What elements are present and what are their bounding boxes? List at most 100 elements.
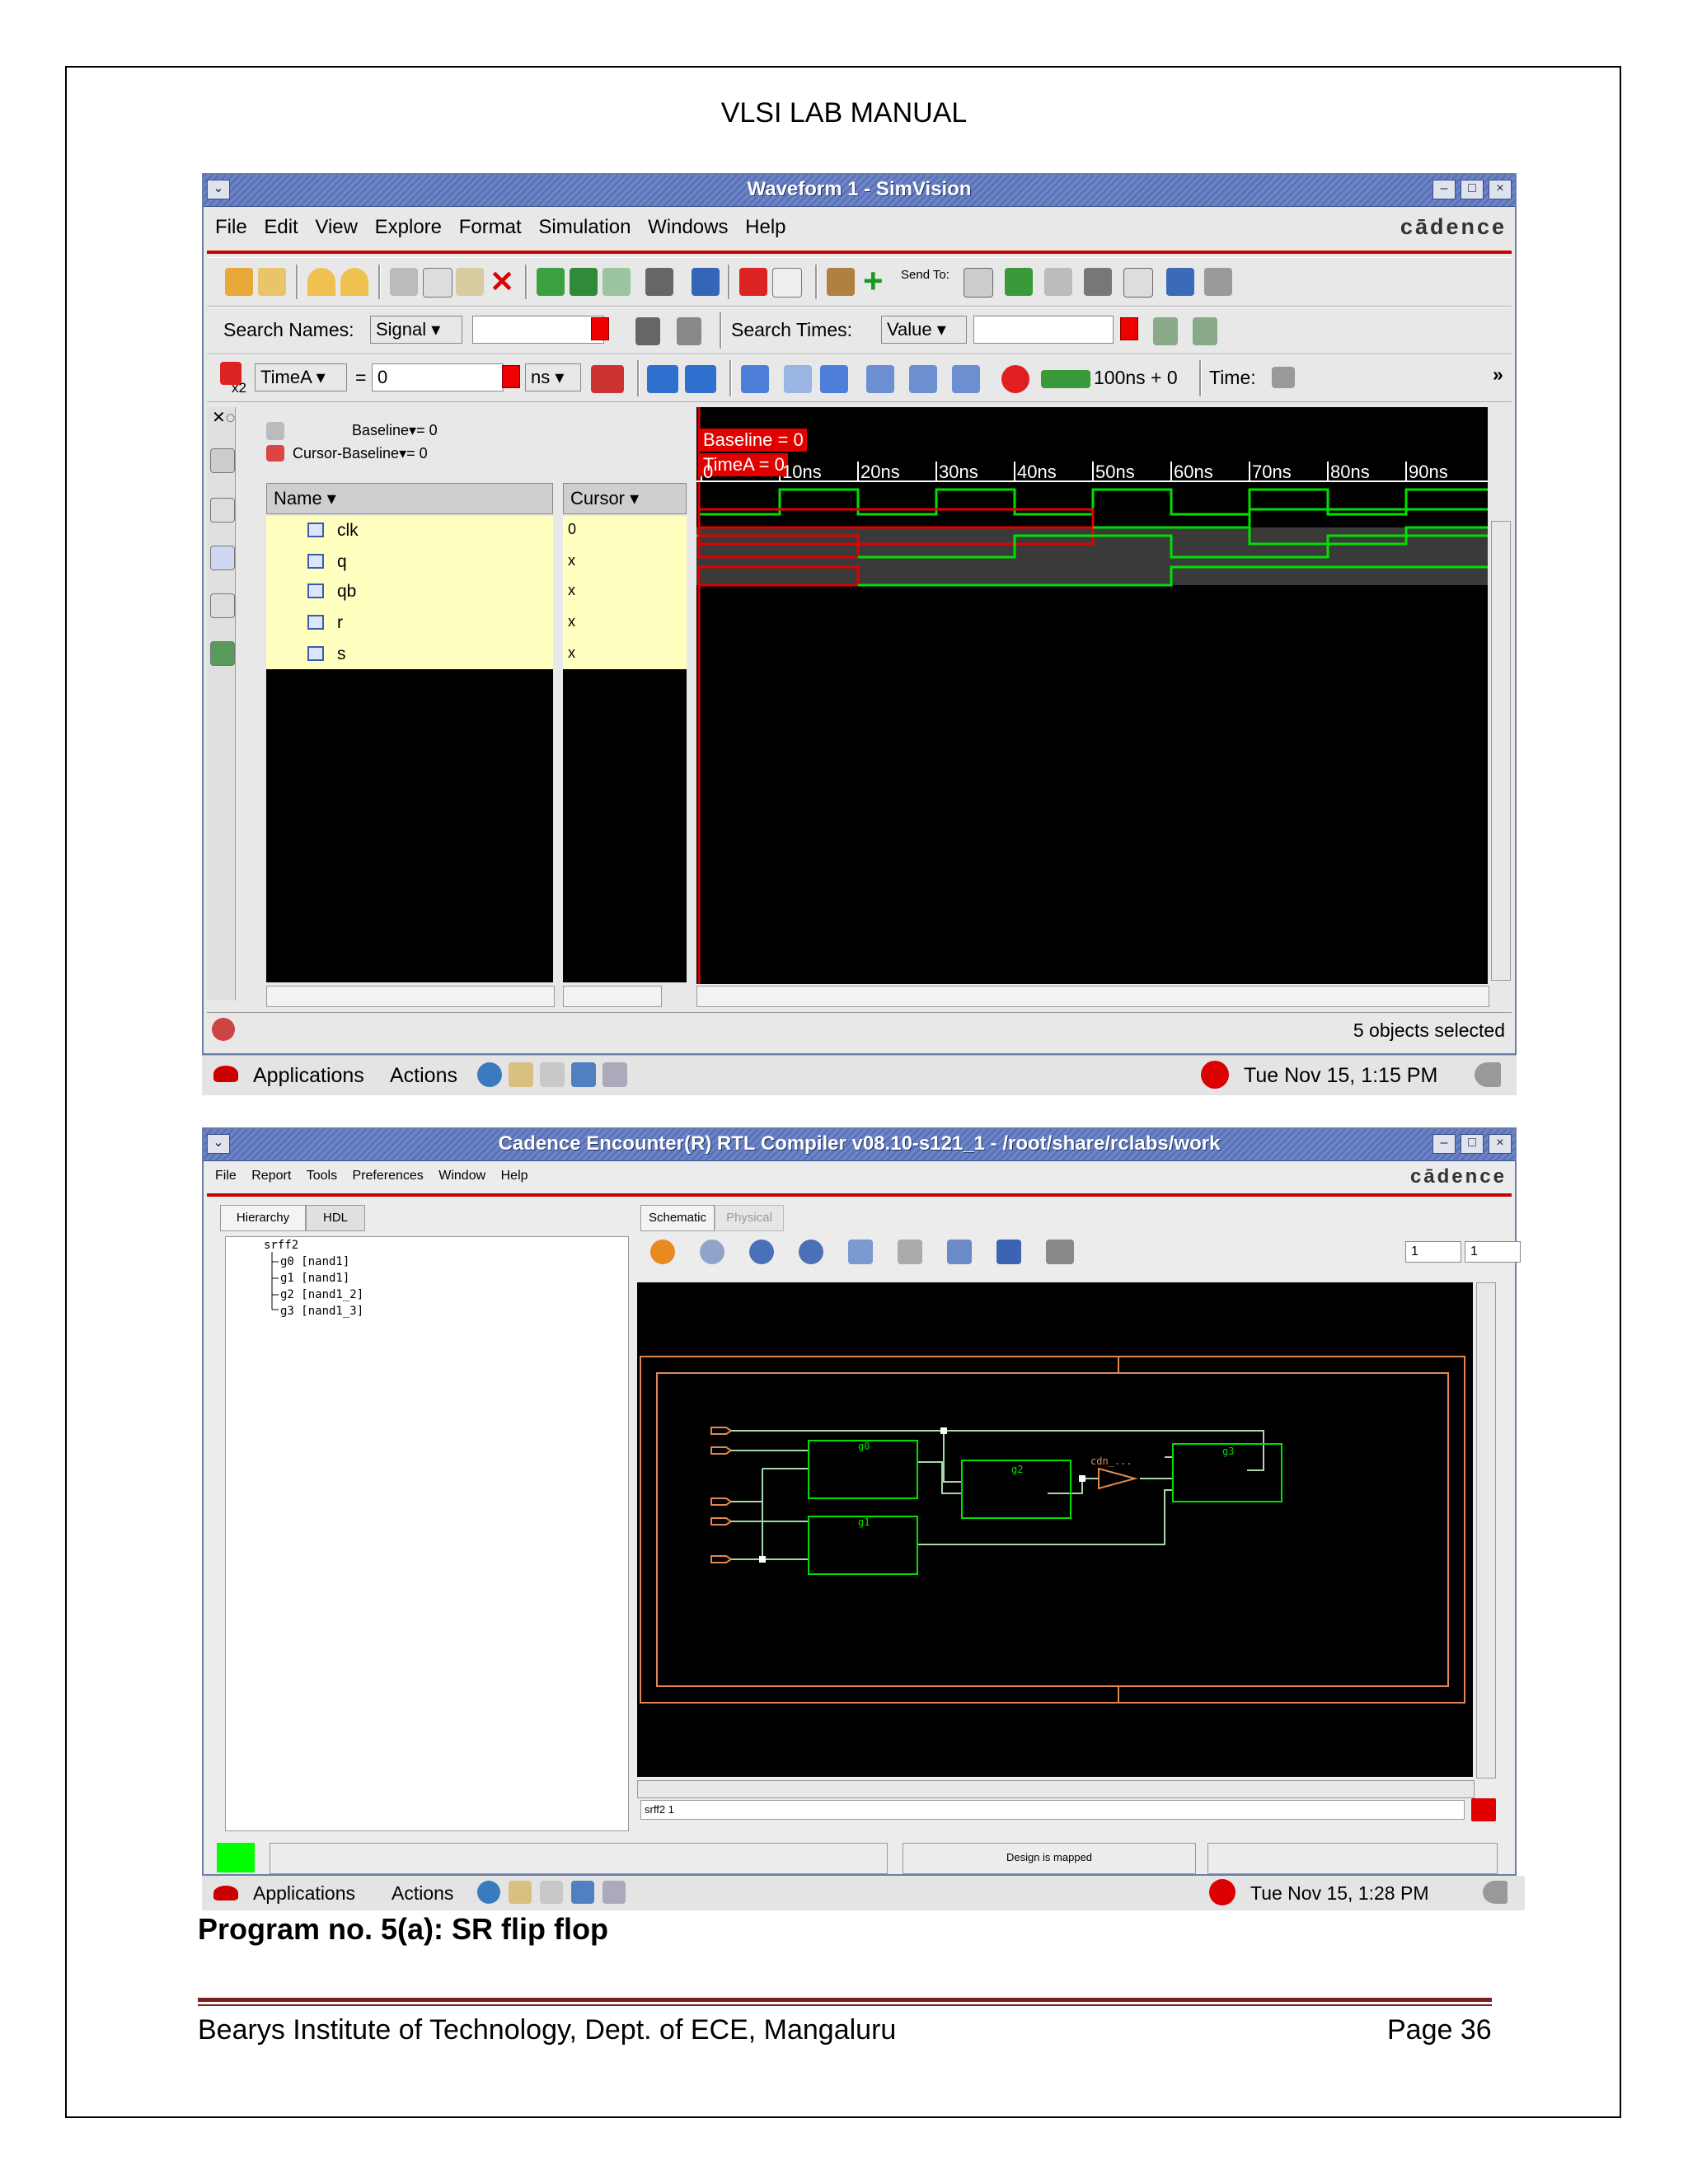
- menu-windows[interactable]: Windows: [648, 216, 728, 239]
- step-out-icon[interactable]: [952, 365, 980, 393]
- pointer-icon[interactable]: [772, 268, 802, 298]
- print-manager-icon[interactable]: [603, 1881, 626, 1904]
- zoom-out-icon[interactable]: [799, 1240, 823, 1264]
- tab-hierarchy[interactable]: Hierarchy: [220, 1205, 306, 1231]
- waveform-canvas[interactable]: Baseline = 0 TimeA = 0 0 10ns 20ns 30ns …: [696, 407, 1488, 984]
- package-icon[interactable]: [827, 268, 855, 296]
- flag-icon[interactable]: [739, 268, 767, 296]
- cut-icon[interactable]: [390, 268, 418, 296]
- menu-simulation[interactable]: Simulation: [538, 216, 631, 239]
- editor-icon[interactable]: [540, 1062, 565, 1087]
- time-unit-select[interactable]: ns ▾: [525, 363, 581, 391]
- email-icon[interactable]: [509, 1881, 532, 1904]
- applications-menu[interactable]: Applications: [253, 1882, 355, 1905]
- marker-icon[interactable]: [692, 268, 720, 296]
- step-over-icon[interactable]: [909, 365, 937, 393]
- redo-icon[interactable]: [340, 268, 368, 296]
- tab-hdl[interactable]: HDL: [306, 1205, 365, 1231]
- stop-icon[interactable]: [1001, 365, 1029, 393]
- select-icon[interactable]: [898, 1240, 922, 1264]
- actions-menu[interactable]: Actions: [390, 1064, 457, 1088]
- time-marker-select[interactable]: TimeA ▾: [255, 363, 347, 391]
- redhat-icon[interactable]: [213, 1066, 238, 1082]
- close-button[interactable]: ×: [1489, 180, 1512, 199]
- wave-q-unknown[interactable]: [697, 508, 1095, 529]
- menu-window[interactable]: Window: [438, 1169, 485, 1183]
- tree-item[interactable]: g2 [nand1_2]: [280, 1288, 363, 1301]
- menu-format[interactable]: Format: [459, 216, 522, 239]
- print-manager-icon[interactable]: [603, 1062, 627, 1087]
- delete-marker-icon[interactable]: [591, 365, 624, 393]
- send-schematic-icon[interactable]: [964, 268, 993, 298]
- send-register-icon[interactable]: [1123, 268, 1153, 298]
- presentation-icon[interactable]: [571, 1062, 596, 1087]
- print-icon[interactable]: [1046, 1240, 1074, 1264]
- wave-q-trace[interactable]: [1093, 508, 1488, 529]
- actions-menu[interactable]: Actions: [392, 1882, 453, 1905]
- send-design-icon[interactable]: [1084, 268, 1112, 296]
- email-icon[interactable]: [509, 1062, 533, 1087]
- next-edge-icon[interactable]: [685, 365, 716, 393]
- zoom-in-icon[interactable]: [749, 1240, 774, 1264]
- delete-icon[interactable]: ✕: [490, 265, 514, 299]
- cursor-horizontal-scrollbar[interactable]: [563, 986, 662, 1007]
- waveform-expand-icon[interactable]: [603, 268, 631, 296]
- tab-physical[interactable]: Physical: [715, 1205, 784, 1231]
- minimize-button[interactable]: –: [1432, 1134, 1456, 1154]
- search-times-type-select[interactable]: Value ▾: [881, 316, 967, 344]
- search-names-dropdown-icon[interactable]: [591, 317, 609, 340]
- buffer-cell[interactable]: [1098, 1467, 1138, 1490]
- send-waveform-icon[interactable]: [1005, 268, 1033, 296]
- search-next-icon[interactable]: [635, 317, 660, 345]
- save-icon[interactable]: [996, 1240, 1021, 1264]
- register-window-icon[interactable]: [210, 593, 235, 618]
- close-panel-icon[interactable]: ✕◌: [212, 407, 236, 428]
- schematic-vertical-scrollbar[interactable]: [1476, 1282, 1496, 1779]
- menu-help[interactable]: Help: [745, 216, 785, 239]
- applications-menu[interactable]: Applications: [253, 1064, 364, 1088]
- browser-icon[interactable]: [477, 1062, 502, 1087]
- time-value-dropdown-icon[interactable]: [502, 365, 520, 388]
- design-browser-icon[interactable]: [210, 448, 235, 473]
- menu-edit[interactable]: Edit: [264, 216, 298, 239]
- maximize-button[interactable]: □: [1461, 1134, 1484, 1154]
- presentation-icon[interactable]: [571, 1881, 594, 1904]
- schematic-tracer-icon[interactable]: [210, 498, 235, 523]
- add-icon[interactable]: +: [863, 261, 884, 301]
- run-icon[interactable]: [741, 365, 769, 393]
- minimize-button[interactable]: –: [1432, 180, 1456, 199]
- name-column-header[interactable]: Name ▾: [266, 483, 553, 514]
- waveform-group-icon[interactable]: [570, 268, 598, 296]
- menu-report[interactable]: Report: [251, 1169, 291, 1183]
- browser-icon[interactable]: [477, 1881, 500, 1904]
- menu-help[interactable]: Help: [501, 1169, 528, 1183]
- search-prev-icon[interactable]: [677, 317, 701, 345]
- search-time-next-icon[interactable]: [1153, 317, 1178, 345]
- menu-preferences[interactable]: Preferences: [353, 1169, 424, 1183]
- menu-file[interactable]: File: [215, 1169, 237, 1183]
- menu-tools[interactable]: Tools: [307, 1169, 337, 1183]
- menu-explore[interactable]: Explore: [375, 216, 442, 239]
- menu-file[interactable]: File: [215, 216, 247, 239]
- waveform-vertical-scrollbar[interactable]: [1491, 521, 1511, 981]
- run-time-icon[interactable]: [1041, 370, 1090, 388]
- tab-schematic[interactable]: Schematic: [640, 1205, 715, 1231]
- signal-flow-icon[interactable]: [210, 546, 235, 570]
- cursor-column-header[interactable]: Cursor ▾: [563, 483, 687, 514]
- refresh-icon[interactable]: [650, 1240, 675, 1264]
- highlight-icon[interactable]: [947, 1240, 972, 1264]
- step-icon[interactable]: [784, 365, 812, 393]
- paste-icon[interactable]: [456, 268, 484, 296]
- search-times-dropdown-icon[interactable]: [1120, 317, 1138, 340]
- volume-icon[interactable]: [1483, 1881, 1507, 1904]
- alert-icon[interactable]: [1201, 1061, 1229, 1089]
- copy-icon[interactable]: [423, 268, 452, 298]
- name-horizontal-scrollbar[interactable]: [266, 986, 555, 1007]
- zoom-fit-icon[interactable]: [848, 1240, 873, 1264]
- schematic-canvas[interactable]: g0 g1 g2 g3 cdn_...: [637, 1282, 1473, 1777]
- schematic-horizontal-scrollbar[interactable]: [637, 1780, 1475, 1798]
- search-names-type-select[interactable]: Signal ▾: [370, 316, 462, 344]
- close-button[interactable]: ×: [1489, 1134, 1512, 1154]
- rewind-icon[interactable]: [820, 365, 848, 393]
- send-table-icon[interactable]: [1166, 268, 1194, 296]
